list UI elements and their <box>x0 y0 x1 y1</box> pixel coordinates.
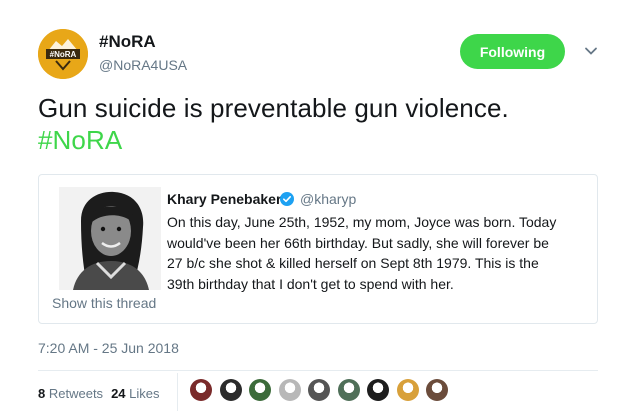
liker-avatar-8[interactable] <box>396 379 419 401</box>
tweet-text: Gun suicide is preventable gun violence.… <box>38 92 598 156</box>
author-name[interactable]: #NoRA <box>99 32 156 52</box>
divider <box>38 370 598 371</box>
hashtag-link[interactable]: #NoRA <box>38 125 122 155</box>
retweets-stat[interactable]: 8 Retweets <box>38 386 103 401</box>
liker-avatar-2[interactable] <box>219 379 242 401</box>
tweet-body: Gun suicide is preventable gun violence. <box>38 93 509 123</box>
liker-avatar-6[interactable] <box>337 379 360 401</box>
quoted-author-handle[interactable]: @kharyp <box>300 191 356 207</box>
quoted-author-name[interactable]: Khary Penebaker <box>167 191 281 207</box>
liker-avatar-7[interactable] <box>367 379 389 401</box>
liker-avatar-9[interactable] <box>426 379 448 401</box>
tweet-stats: 8 Retweets 24 Likes <box>38 386 168 401</box>
likes-count: 24 <box>111 386 126 401</box>
avatar-text: #NoRA <box>50 50 77 59</box>
author-handle[interactable]: @NoRA4USA <box>99 57 187 73</box>
liker-avatar-1[interactable] <box>190 379 212 401</box>
likes-label: Likes <box>129 386 160 401</box>
likes-stat[interactable]: 24 Likes <box>111 386 159 401</box>
quoted-tweet-card[interactable]: Khary Penebaker @kharyp On this day, Jun… <box>38 174 598 324</box>
chevron-down-icon[interactable] <box>583 43 599 59</box>
retweets-count: 8 <box>38 386 46 401</box>
liker-avatar-4[interactable] <box>278 379 301 401</box>
stats-separator <box>177 373 178 411</box>
retweets-label: Retweets <box>48 386 104 401</box>
nora-logo-icon: #NoRA <box>38 29 88 79</box>
author-avatar[interactable]: #NoRA <box>38 29 88 79</box>
liker-avatar-3[interactable] <box>249 379 271 401</box>
liker-avatars <box>190 379 456 401</box>
following-button[interactable]: Following <box>460 34 565 69</box>
verified-badge-icon <box>280 192 294 206</box>
quoted-tweet-text: On this day, June 25th, 1952, my mom, Jo… <box>167 214 557 292</box>
quoted-tweet-photo[interactable] <box>59 187 161 290</box>
liker-avatar-5[interactable] <box>308 379 330 401</box>
tweet-timestamp[interactable]: 7:20 AM - 25 Jun 2018 <box>38 340 179 356</box>
show-thread-link[interactable]: Show this thread <box>52 295 156 311</box>
